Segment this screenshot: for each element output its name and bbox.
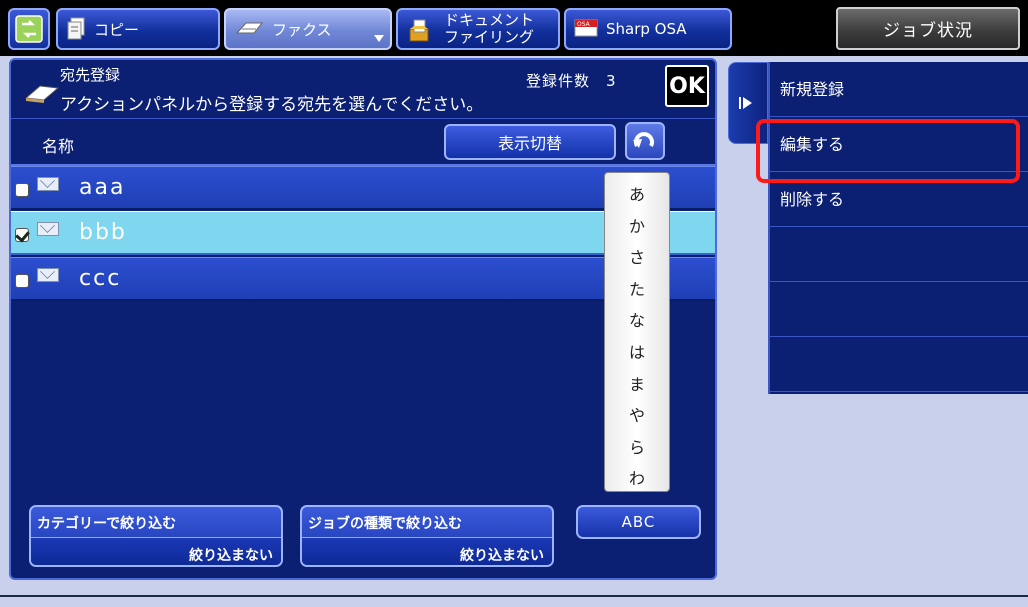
row-checkbox[interactable] — [15, 228, 29, 242]
back-button[interactable] — [625, 122, 665, 160]
job-type-filter-button[interactable]: ジョブの種類で絞り込む 絞り込まない — [300, 505, 554, 567]
osa-icon: OSA — [574, 17, 598, 41]
kana-index-na[interactable]: な — [629, 305, 645, 337]
kana-index-ta[interactable]: た — [629, 274, 645, 306]
instruction-message: アクションパネルから登録する宛先を選んでください。 — [60, 95, 484, 115]
tab-fax[interactable]: ファクス — [224, 8, 392, 50]
list-item-name: bbb — [79, 220, 127, 245]
category-filter-button[interactable]: カテゴリーで絞り込む 絞り込まない — [29, 505, 283, 567]
edit-highlight-box — [756, 119, 1020, 183]
kana-index-sa[interactable]: さ — [629, 242, 645, 274]
mode-switch-icon — [15, 15, 43, 43]
email-icon — [37, 268, 59, 282]
ok-button[interactable]: OK — [665, 65, 709, 107]
tab-fax-label: ファクス — [272, 20, 332, 39]
kana-index-wa[interactable]: わ — [629, 463, 645, 495]
tab-sharp-osa-label: Sharp OSA — [606, 20, 687, 38]
column-name-label: 名称 — [42, 137, 75, 156]
registered-count: 登録件数 3 — [526, 72, 617, 90]
tab-document-filing[interactable]: ドキュメント ファイリング — [396, 8, 560, 50]
display-switch-button[interactable]: 表示切替 — [444, 124, 616, 160]
tab-sharp-osa[interactable]: OSA Sharp OSA — [564, 8, 732, 50]
job-type-filter-title: ジョブの種類で絞り込む — [308, 516, 462, 532]
tab-copy[interactable]: コピー — [56, 8, 220, 50]
category-filter-title: カテゴリーで絞り込む — [37, 516, 177, 532]
list-item-name: aaa — [79, 175, 126, 200]
kana-index-ya[interactable]: や — [629, 400, 645, 432]
fax-icon — [234, 17, 264, 41]
tab-copy-label: コピー — [94, 20, 140, 39]
document-filing-icon — [406, 17, 432, 42]
row-checkbox[interactable] — [15, 183, 29, 197]
collapse-arrow-icon — [743, 97, 752, 109]
tab-document-label: ドキュメント — [444, 11, 535, 29]
kana-index-bar[interactable]: あ か さ た な は ま や ら わ ALL — [604, 172, 670, 517]
kana-index-ma[interactable]: ま — [629, 369, 645, 401]
bottom-divider — [0, 595, 1028, 597]
kana-index-ra[interactable]: ら — [629, 432, 645, 464]
address-book-icon — [24, 85, 60, 103]
kana-index-a[interactable]: あ — [629, 179, 645, 211]
svg-text:OSA: OSA — [577, 21, 591, 28]
job-status-button[interactable]: ジョブ状況 — [836, 7, 1020, 50]
home-button[interactable] — [8, 8, 50, 50]
dropdown-arrow-icon — [374, 35, 384, 42]
copy-icon — [66, 17, 86, 41]
tab-filing-label: ファイリング — [444, 28, 535, 46]
email-icon — [37, 222, 59, 236]
job-type-filter-value: 絞り込まない — [460, 548, 544, 564]
abc-index-button[interactable]: ABC — [576, 505, 701, 539]
action-empty — [770, 337, 1028, 392]
action-empty — [770, 227, 1028, 282]
row-checkbox[interactable] — [15, 274, 29, 288]
action-panel: 新規登録 編集する 削除する — [768, 62, 1028, 394]
list-item-name: ccc — [79, 266, 122, 291]
email-icon — [37, 177, 59, 191]
action-empty — [770, 282, 1028, 337]
back-arrow-icon — [633, 132, 654, 148]
kana-index-ha[interactable]: は — [629, 337, 645, 369]
action-new-register[interactable]: 新規登録 — [770, 62, 1028, 117]
category-filter-value: 絞り込まない — [189, 548, 273, 564]
page-title: 宛先登録 — [60, 66, 121, 84]
kana-index-ka[interactable]: か — [629, 211, 645, 243]
